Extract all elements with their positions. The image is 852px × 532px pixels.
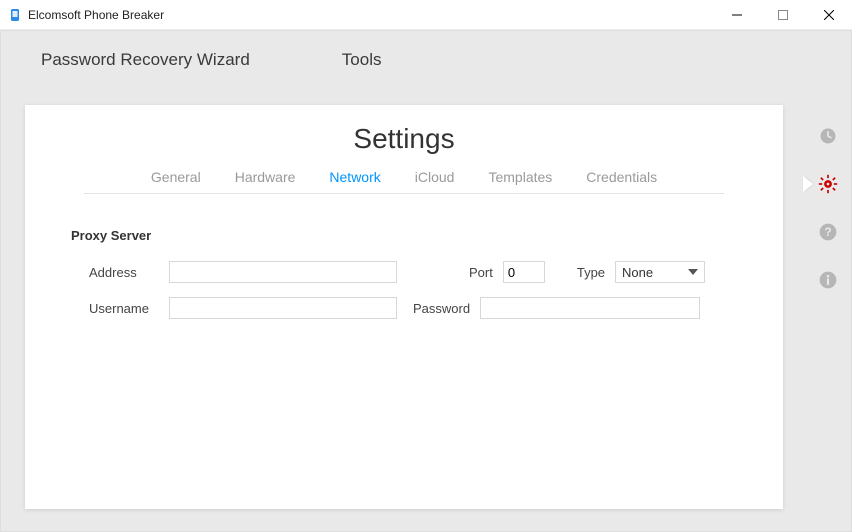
info-button[interactable] bbox=[817, 269, 839, 291]
titlebar: Elcomsoft Phone Breaker bbox=[0, 0, 852, 30]
tab-icloud[interactable]: iCloud bbox=[415, 169, 455, 185]
proxy-section: Proxy Server Address Port Type None User… bbox=[25, 194, 783, 319]
type-label: Type bbox=[577, 265, 605, 280]
close-button[interactable] bbox=[806, 0, 852, 29]
password-input[interactable] bbox=[480, 297, 700, 319]
type-select-value: None bbox=[622, 265, 653, 280]
tab-templates[interactable]: Templates bbox=[488, 169, 552, 185]
minimize-button[interactable] bbox=[714, 0, 760, 29]
proxy-section-title: Proxy Server bbox=[71, 228, 737, 243]
help-button[interactable]: ? bbox=[817, 221, 839, 243]
tab-credentials[interactable]: Credentials bbox=[586, 169, 657, 185]
maximize-button[interactable] bbox=[760, 0, 806, 29]
settings-tabstrip: General Hardware Network iCloud Template… bbox=[84, 169, 724, 194]
svg-text:?: ? bbox=[824, 226, 831, 239]
menubar: Password Recovery Wizard Tools bbox=[1, 31, 851, 89]
port-input[interactable] bbox=[503, 261, 545, 283]
username-input[interactable] bbox=[169, 297, 397, 319]
app-icon bbox=[8, 8, 22, 22]
username-label: Username bbox=[89, 301, 159, 316]
password-label: Password bbox=[413, 301, 470, 316]
address-input[interactable] bbox=[169, 261, 397, 283]
tab-hardware[interactable]: Hardware bbox=[235, 169, 296, 185]
tab-network[interactable]: Network bbox=[329, 169, 380, 185]
menu-tools[interactable]: Tools bbox=[342, 50, 382, 70]
menu-password-recovery-wizard[interactable]: Password Recovery Wizard bbox=[41, 50, 250, 70]
side-rail: ? bbox=[805, 105, 851, 291]
content-card: Settings General Hardware Network iCloud… bbox=[25, 105, 783, 509]
history-button[interactable] bbox=[817, 125, 839, 147]
settings-button[interactable] bbox=[817, 173, 839, 195]
address-label: Address bbox=[89, 265, 159, 280]
active-caret-icon bbox=[803, 176, 813, 192]
chevron-down-icon bbox=[688, 269, 698, 275]
page-title: Settings bbox=[25, 105, 783, 155]
tab-general[interactable]: General bbox=[151, 169, 201, 185]
window-title: Elcomsoft Phone Breaker bbox=[28, 8, 164, 22]
type-select[interactable]: None bbox=[615, 261, 705, 283]
port-label: Port bbox=[469, 265, 493, 280]
app-body: Password Recovery Wizard Tools Settings … bbox=[0, 30, 852, 532]
